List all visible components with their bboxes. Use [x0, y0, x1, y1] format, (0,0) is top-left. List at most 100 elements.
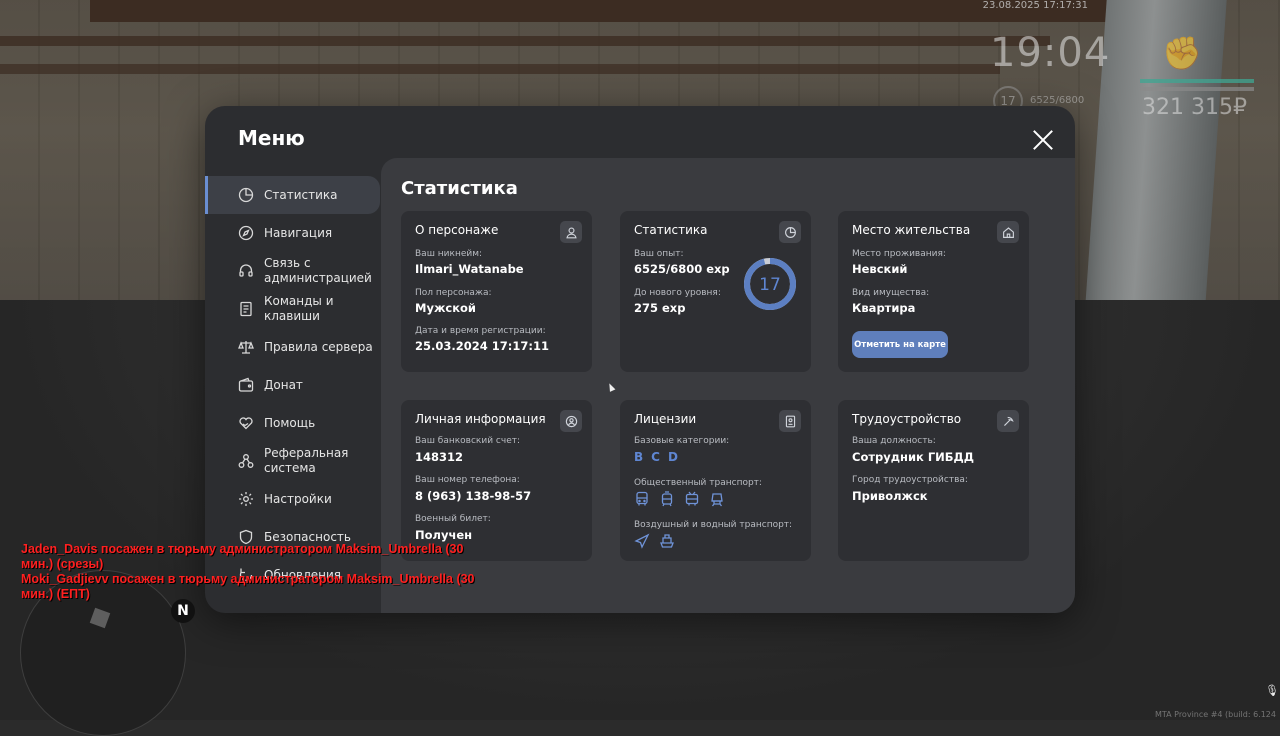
bank-value: 148312: [415, 450, 464, 464]
card-title: Трудоустройство: [852, 412, 962, 426]
menu-title: Меню: [238, 126, 305, 150]
card-statistics: Статистика Ваш опыт: 6525/6800 exp До но…: [620, 211, 811, 372]
gear-icon: [239, 492, 253, 506]
pickaxe-icon[interactable]: [997, 410, 1019, 432]
sidebar-item-statistics[interactable]: Статистика: [205, 176, 380, 214]
job-city-value: Приволжск: [852, 489, 928, 503]
category-c: C: [651, 450, 660, 464]
registration-label: Дата и время регистрации:: [415, 326, 546, 336]
level-number: 17: [759, 275, 781, 295]
ceiling-beam: [0, 64, 1000, 74]
hud-exp: 6525/6800: [1030, 95, 1085, 106]
chat-log: Jaden_Davis посажен в тюрьму администрат…: [21, 542, 491, 602]
category-b: B: [634, 450, 644, 464]
sidebar-item-label: Связь с администрацией: [264, 256, 372, 285]
category-d: D: [667, 450, 678, 464]
nickname-value: Ilmari_Watanabe: [415, 262, 524, 276]
exp-label: Ваш опыт:: [634, 249, 684, 259]
hud-clock: 19:04: [990, 30, 1111, 76]
microphone-icon: 🎙: [1265, 684, 1279, 697]
sidebar-item-label: Настройки: [264, 491, 332, 506]
card-licenses: Лицензии Базовые категории: BCD Обществе…: [620, 400, 811, 561]
user-icon[interactable]: [560, 221, 582, 243]
metro-icon: [711, 493, 723, 507]
job-city-label: Город трудоустройства:: [852, 475, 968, 485]
content-title: Статистика: [401, 178, 518, 199]
base-categories-label: Базовые категории:: [634, 436, 730, 446]
air-water-label: Воздушный и водный транспорт:: [634, 520, 793, 530]
sidebar-item-label: Реферальная система: [264, 446, 349, 475]
phone-value: 8 (963) 138-98-57: [415, 489, 532, 503]
sidebar-item-label: Правила сервера: [264, 339, 373, 354]
position-value: Сотрудник ГИБДД: [852, 450, 975, 464]
sidebar-item-admin-contact[interactable]: Связь с администрацией: [205, 252, 380, 290]
card-title: Личная информация: [415, 412, 546, 426]
armor-bar: [1140, 87, 1254, 91]
smile-icon[interactable]: [560, 410, 582, 432]
version-label: MTA Province #4 (build: 6.124: [1154, 710, 1276, 719]
property-type-value: Квартира: [852, 301, 916, 315]
ceiling-beam: [0, 36, 1050, 46]
health-bar: [1140, 79, 1254, 83]
sidebar-item-label: Помощь: [264, 415, 316, 430]
close-button[interactable]: [1031, 128, 1055, 152]
card-title: Место жительства: [852, 223, 971, 237]
license-categories: BCD: [634, 450, 686, 464]
sidebar-item-help[interactable]: Помощь: [205, 404, 380, 442]
card-job: Трудоустройство Ваша должность: Сотрудни…: [838, 400, 1029, 561]
card-title: О персонаже: [415, 223, 499, 237]
card-residence: Место жительства Место проживания: Невск…: [838, 211, 1029, 372]
military-value: Получен: [415, 528, 473, 542]
card-character: О персонаже Ваш никнейм: Ilmari_Watanabe…: [401, 211, 592, 372]
network-icon: [238, 454, 254, 468]
airplane-icon: [634, 533, 650, 549]
sidebar-item-settings[interactable]: Настройки: [205, 480, 380, 518]
sidebar-item-rules[interactable]: Правила сервера: [205, 328, 380, 366]
fist-icon: ✊: [1162, 34, 1202, 72]
sidebar: Статистика Навигация Связь с администрац…: [205, 176, 380, 594]
property-type-label: Вид имущества:: [852, 288, 930, 298]
compass-icon: [238, 225, 254, 241]
sidebar-item-label: Навигация: [264, 225, 333, 240]
headset-icon: [239, 264, 253, 277]
sidebar-item-donate[interactable]: Донат: [205, 366, 380, 404]
next-level-label: До нового уровня:: [634, 288, 721, 298]
pie-chart-icon[interactable]: [779, 221, 801, 243]
sidebar-item-referral[interactable]: Реферальная система: [205, 442, 380, 480]
military-label: Военный билет:: [415, 514, 491, 524]
nickname-label: Ваш никнейм:: [415, 249, 483, 259]
position-label: Ваша должность:: [852, 436, 936, 446]
bus-icon: [636, 491, 648, 506]
residence-place-value: Невский: [852, 262, 908, 276]
scales-icon: [238, 341, 254, 354]
bank-label: Ваш банковский счет:: [415, 436, 521, 446]
chat-message: Jaden_Davis посажен в тюрьму администрат…: [21, 542, 464, 571]
public-transport-label: Общественный транспорт:: [634, 478, 762, 488]
exp-value: 6525/6800 exp: [634, 262, 730, 276]
id-badge-icon[interactable]: [779, 410, 801, 432]
hud-datetime: 23.08.2025 17:17:31: [982, 0, 1088, 11]
chat-message: Moki_Gadjievv посажен в тюрьму администр…: [21, 572, 475, 601]
residence-place-label: Место проживания:: [852, 249, 946, 259]
home-icon[interactable]: [997, 221, 1019, 243]
pie-chart-icon: [238, 187, 254, 203]
phone-label: Ваш номер телефона:: [415, 475, 520, 485]
sidebar-item-label: Донат: [264, 377, 303, 392]
card-title: Лицензии: [634, 412, 697, 426]
level-ring: 17: [744, 258, 796, 310]
north-indicator: N: [171, 599, 195, 623]
hud-money: 321 315₽: [1142, 95, 1247, 120]
heart-hand-icon: [239, 417, 253, 430]
sidebar-item-label: Статистика: [264, 187, 338, 202]
card-personal: Личная информация Ваш банковский счет: 1…: [401, 400, 592, 561]
ship-icon: [660, 534, 674, 548]
public-transport-icons: [634, 491, 725, 507]
mark-on-map-button[interactable]: Отметить на карте: [852, 331, 948, 358]
sidebar-item-navigation[interactable]: Навигация: [205, 214, 380, 252]
sidebar-item-commands[interactable]: Команды и клавиши: [205, 290, 380, 328]
gender-value: Мужской: [415, 301, 476, 315]
air-water-icons: [634, 533, 675, 549]
next-level-value: 275 exp: [634, 301, 686, 315]
sidebar-item-label: Команды и клавиши: [264, 294, 334, 323]
gender-label: Пол персонажа:: [415, 288, 492, 298]
